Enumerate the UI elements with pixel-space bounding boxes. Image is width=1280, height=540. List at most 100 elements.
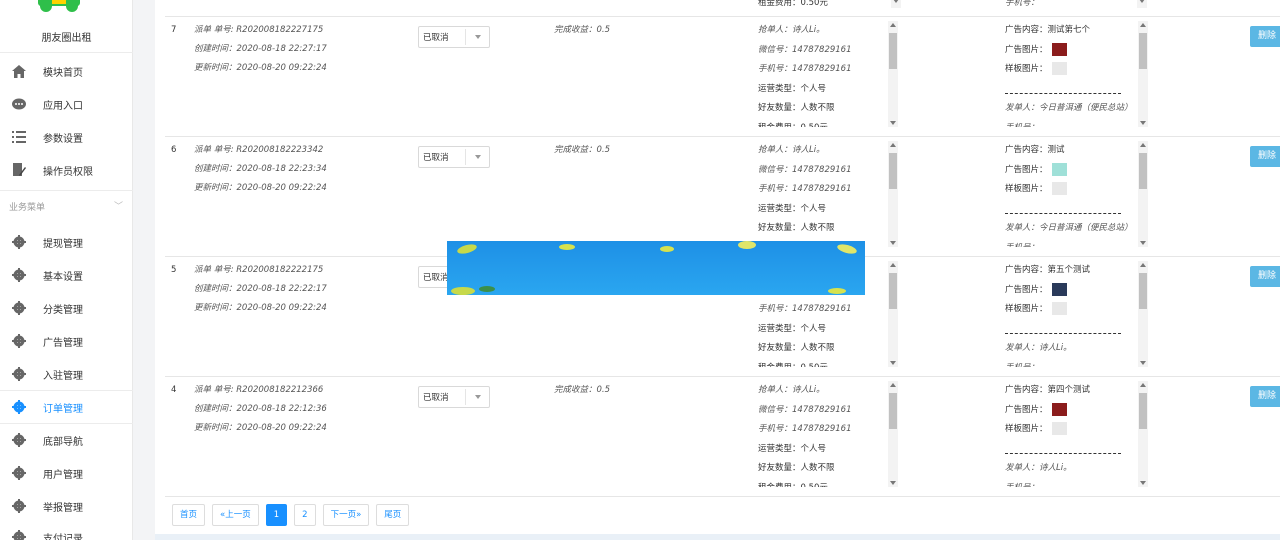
scroll-down-icon[interactable]: [1140, 361, 1146, 365]
scroll-up-icon[interactable]: [890, 23, 896, 27]
ad-info-box[interactable]: 广告内容：第四个测试 广告图片： 样板图片： 发单人：诗人Li。 手机号：: [1005, 381, 1148, 487]
ad-image-thumbnail[interactable]: [1052, 282, 1068, 296]
scroll-down-icon[interactable]: [890, 121, 896, 125]
scroll-down-icon[interactable]: [890, 481, 896, 485]
first-page-button[interactable]: 首页: [172, 504, 206, 526]
ad-image-thumbnail[interactable]: [1052, 402, 1068, 416]
scrollbar[interactable]: [1138, 261, 1148, 367]
sample-image-thumbnail[interactable]: [1052, 182, 1068, 195]
next-page-button[interactable]: 下一页»: [322, 504, 370, 526]
scroll-up-icon[interactable]: [1140, 383, 1146, 387]
sidebar-item-label: 入驻管理: [43, 370, 83, 382]
status-select[interactable]: 已取消: [418, 26, 490, 48]
sidebar-item-module-home[interactable]: 模块首页: [0, 55, 133, 87]
sidebar-item-label: 举报管理: [43, 502, 83, 514]
status-select[interactable]: 已取消: [418, 386, 490, 408]
scroll-down-icon[interactable]: [890, 241, 896, 245]
scrollbar[interactable]: [888, 261, 898, 367]
status-value: 已取消: [423, 393, 449, 403]
prev-page-button[interactable]: «上一页: [212, 504, 259, 526]
delete-button[interactable]: 删除: [1250, 386, 1280, 407]
delete-button[interactable]: 删除: [1250, 26, 1280, 47]
grabber: 抢单人：诗人Li。: [758, 145, 825, 155]
scroll-down-icon[interactable]: [890, 361, 896, 365]
scroll-up-icon[interactable]: [1140, 143, 1146, 147]
scroll-up-icon[interactable]: [890, 263, 896, 267]
sidebar-item-basic-settings[interactable]: 基本设置: [0, 259, 133, 291]
scrollbar-thumb[interactable]: [1139, 33, 1147, 69]
scroll-down-icon[interactable]: [1140, 241, 1146, 245]
sidebar-item-withdraw[interactable]: 提现管理: [0, 226, 133, 258]
status-select[interactable]: 已取消: [418, 146, 490, 168]
scrollbar-thumb[interactable]: [889, 153, 897, 189]
scrollbar-thumb[interactable]: [1139, 393, 1147, 429]
sidebar-item-operator-perm[interactable]: 操作员权限: [0, 154, 133, 186]
gear-icon: [11, 366, 27, 382]
delete-button[interactable]: 删除: [1250, 266, 1280, 287]
scroll-down-icon[interactable]: [893, 0, 899, 3]
ad-content: 广告内容：测试第七个: [1005, 25, 1091, 35]
scrollbar[interactable]: [888, 381, 898, 487]
scrollbar[interactable]: [1138, 141, 1148, 247]
scroll-up-icon[interactable]: [890, 143, 896, 147]
grabber-info-box[interactable]: 抢单人：诗人Li。 微信号：14787829161 手机号：1478782916…: [758, 381, 990, 487]
sample-image-thumbnail[interactable]: [1052, 62, 1068, 75]
scrollbar-thumb[interactable]: [889, 33, 897, 69]
sidebar-item-bottom-nav[interactable]: 底部导航: [0, 424, 133, 456]
sample-image-thumbnail[interactable]: [1052, 422, 1068, 435]
scrollbar[interactable]: [891, 0, 901, 8]
scrollbar[interactable]: [1137, 0, 1147, 8]
app-brand-name: 朋友圈出租: [41, 33, 92, 44]
sidebar-item-reports[interactable]: 举报管理: [0, 490, 133, 522]
wechat-id: 微信号：14787829161: [758, 44, 852, 55]
scroll-down-icon[interactable]: [1139, 0, 1145, 3]
sidebar-item-app-entry[interactable]: 应用入口: [0, 88, 133, 120]
publisher-phone: 手机号：: [1005, 0, 1040, 8]
ad-image-row: 广告图片：: [1005, 281, 1068, 301]
ad-info-box[interactable]: 广告内容：测试 广告图片： 样板图片： 发单人：今日普洱通（便民总站） 手机号：: [1005, 141, 1148, 247]
page-2-button[interactable]: 2: [294, 504, 316, 526]
publisher-phone: 手机号：: [1005, 119, 1039, 128]
scrollbar[interactable]: [1138, 381, 1148, 487]
scroll-down-icon[interactable]: [1140, 481, 1146, 485]
last-page-button[interactable]: 尾页: [376, 504, 410, 526]
ad-image-thumbnail[interactable]: [1052, 162, 1068, 176]
page-1-button[interactable]: 1: [265, 504, 288, 526]
chevron-down-icon: [475, 395, 481, 399]
select-divider: [465, 389, 466, 405]
income: 完成收益：0.5: [554, 145, 611, 155]
sidebar-item-params[interactable]: 参数设置: [0, 121, 133, 153]
rent-fee: 租金费用：0.50元: [758, 0, 828, 8]
sidebar-item-orders[interactable]: 订单管理: [0, 391, 133, 423]
chevron-down-icon[interactable]: ﹀: [114, 199, 123, 212]
sidebar-item-settle-in[interactable]: 入驻管理: [0, 358, 133, 390]
scroll-down-icon[interactable]: [1140, 121, 1146, 125]
sidebar-item-label: 操作员权限: [43, 166, 93, 178]
scrollbar[interactable]: [888, 21, 898, 127]
ad-info-box[interactable]: 广告内容：测试第七个 广告图片： 样板图片： 发单人：今日普洱通（便民总站） 手…: [1005, 21, 1148, 127]
friend-count: 好友数量：人数不限: [758, 463, 835, 473]
sidebar-item-payments[interactable]: 支付记录: [0, 521, 133, 540]
ad-image-thumbnail[interactable]: [1052, 42, 1068, 56]
grabber-info-box[interactable]: 抢单人：诗人Li。 微信号：14787829161 手机号：1478782916…: [758, 21, 990, 127]
scroll-up-icon[interactable]: [1140, 23, 1146, 27]
grabber-info-box[interactable]: 抢单人：诗人Li。 微信号：14787829161 手机号：1478782916…: [758, 141, 990, 247]
sidebar-item-label: 基本设置: [43, 271, 83, 283]
sample-image-thumbnail[interactable]: [1052, 302, 1068, 315]
scroll-up-icon[interactable]: [1140, 263, 1146, 267]
scrollbar-thumb[interactable]: [889, 393, 897, 429]
sidebar-item-users[interactable]: 用户管理: [0, 457, 133, 489]
scrollbar-thumb[interactable]: [889, 273, 897, 309]
sidebar-item-ads[interactable]: 广告管理: [0, 325, 133, 357]
scroll-up-icon[interactable]: [890, 383, 896, 387]
order-number: 派单 单号: R202008182212366: [194, 385, 324, 395]
scrollbar-thumb[interactable]: [1139, 273, 1147, 309]
home-icon: [11, 63, 27, 79]
ad-info-box[interactable]: 广告内容：第五个测试 广告图片： 样板图片： 发单人：诗人Li。 手机号：: [1005, 261, 1148, 367]
scrollbar-thumb[interactable]: [1139, 153, 1147, 189]
delete-button[interactable]: 删除: [1250, 146, 1280, 167]
sidebar-item-category[interactable]: 分类管理: [0, 292, 133, 324]
scrollbar[interactable]: [888, 141, 898, 247]
scrollbar[interactable]: [1138, 21, 1148, 127]
sidebar-divider: [0, 52, 133, 53]
